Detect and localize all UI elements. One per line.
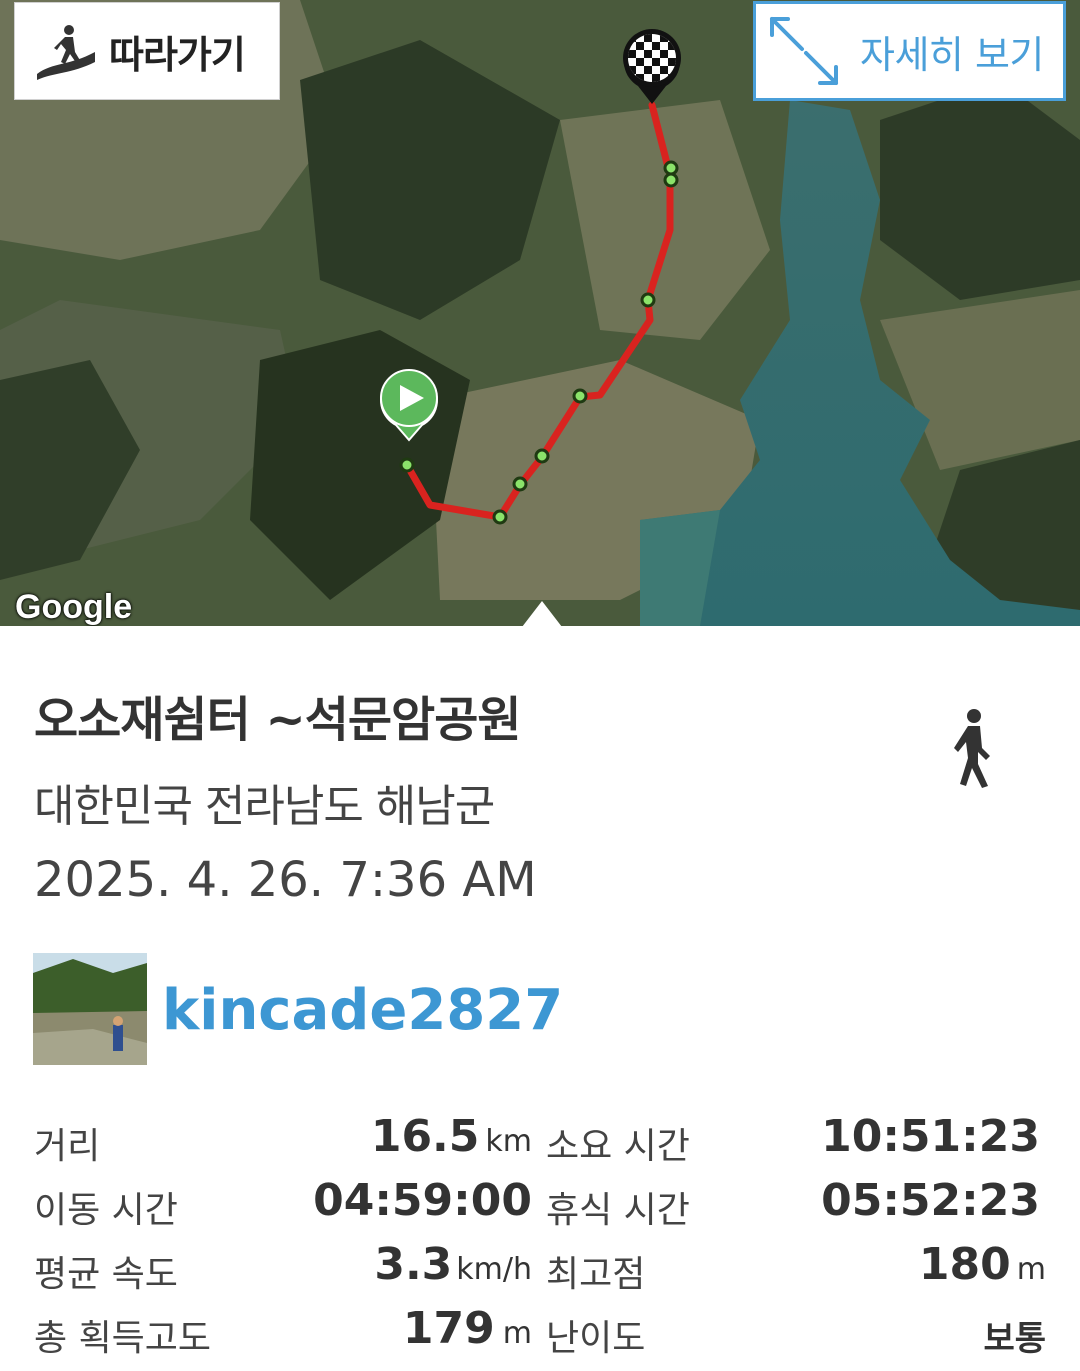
waypoint <box>399 457 415 473</box>
expand-arrows-icon <box>770 17 838 85</box>
trip-region: 대한민국 전라남도 해남군 <box>34 781 495 832</box>
stats-row-moving: 이동 시간 04:59:00 휴식 시간 05:52:23 <box>0 1175 1080 1239</box>
map-view[interactable]: 따라가기 자세히 보기 Google <box>0 0 1080 626</box>
stats-row-speed: 평균 속도 3.3 km/h 최고점 180 m <box>0 1239 1080 1303</box>
moving-time-value: 04:59:00 <box>313 1175 532 1226</box>
rest-time-label: 휴식 시간 <box>546 1190 690 1231</box>
follow-button[interactable]: 따라가기 <box>14 2 280 100</box>
trip-datetime: 2025. 4. 26. 7:36 AM <box>34 852 537 908</box>
callout-notch <box>522 601 562 626</box>
view-details-button[interactable]: 자세히 보기 <box>753 1 1066 101</box>
total-time-value: 10:51:23 <box>821 1111 1040 1162</box>
stats-row-distance: 거리 16.5 km 소요 시간 10:51:23 <box>0 1111 1080 1175</box>
avg-speed-unit: km/h <box>456 1252 532 1287</box>
distance-value: 16.5 <box>370 1111 480 1162</box>
total-time-label: 소요 시간 <box>546 1126 690 1167</box>
avg-speed-value: 3.3 <box>374 1239 453 1290</box>
view-details-label: 자세히 보기 <box>860 32 1044 77</box>
elevation-gain-unit: m <box>502 1316 532 1351</box>
username-link[interactable]: kincade2827 <box>162 978 563 1043</box>
avatar[interactable] <box>33 953 147 1065</box>
waypoint <box>663 172 679 188</box>
max-altitude-unit: m <box>1016 1252 1046 1287</box>
waypoint <box>663 160 679 176</box>
difficulty-value: 보통 <box>983 1319 1046 1359</box>
difficulty-label: 난이도 <box>546 1318 646 1359</box>
follow-label: 따라가기 <box>109 32 246 77</box>
waypoint <box>640 292 656 308</box>
waypoint <box>492 509 508 525</box>
google-logo: Google <box>15 588 133 626</box>
stats-row-gain: 총 획득고도 179 m 난이도 보통 <box>0 1303 1080 1367</box>
waypoint <box>512 476 528 492</box>
elevation-gain-value: 179 <box>402 1303 495 1354</box>
distance-unit: km <box>485 1124 532 1159</box>
max-altitude-value: 180 <box>918 1239 1011 1290</box>
follow-trail-icon <box>37 25 95 80</box>
walking-person-icon <box>954 709 990 788</box>
waypoint <box>572 388 588 404</box>
rest-time-value: 05:52:23 <box>821 1175 1040 1226</box>
max-altitude-label: 최고점 <box>546 1254 646 1295</box>
trip-title: 오소재쉼터 ~석문암공원 <box>34 692 522 748</box>
waypoint <box>534 448 550 464</box>
